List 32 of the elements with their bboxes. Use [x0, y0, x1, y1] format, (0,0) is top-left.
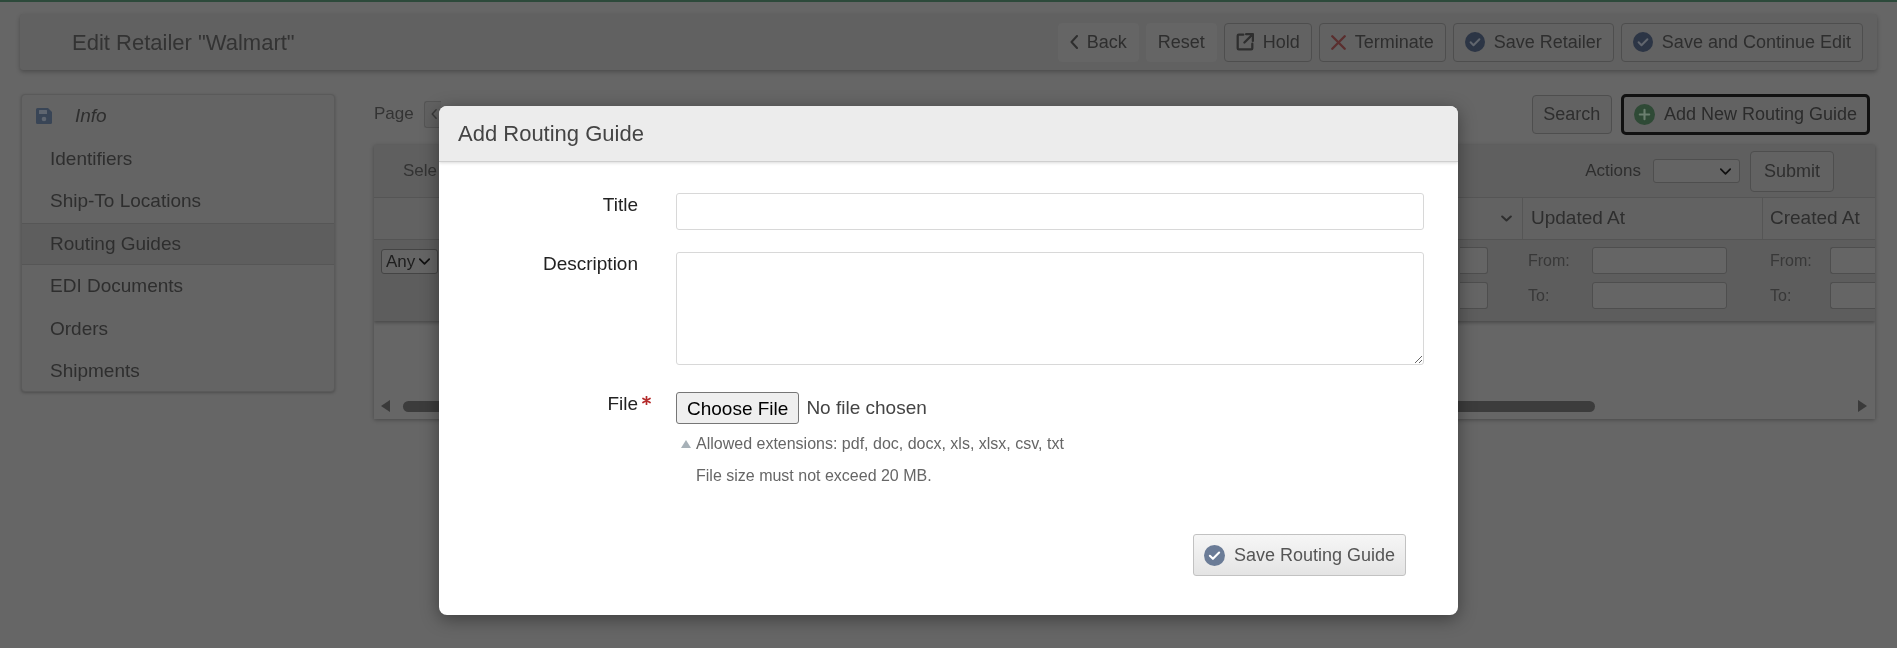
previous-page-button[interactable]	[423, 100, 441, 128]
hint-text: Allowed extensions: pdf, doc, docx, xls, xlsx, csv, txt	[696, 434, 1064, 454]
field-label: File	[607, 393, 638, 415]
chevron-down-icon	[419, 258, 431, 265]
file-status-text: No file chosen	[806, 395, 927, 420]
triangle-icon	[681, 440, 691, 448]
scroll-right-icon[interactable]	[1858, 400, 1867, 412]
hint-text: File size must not exceed 20 MB.	[696, 466, 932, 486]
status-select[interactable]: Any	[381, 249, 438, 274]
chevron-left-icon	[1069, 35, 1078, 49]
chevron-down-icon	[1720, 167, 1731, 175]
plus-circle-icon	[1633, 103, 1655, 125]
chevron-left-icon	[430, 109, 437, 119]
text-input-field[interactable]	[676, 193, 1424, 230]
external-link-icon	[1235, 33, 1254, 51]
input-field[interactable]	[1460, 282, 1488, 309]
header-button[interactable]: Reset	[1145, 22, 1217, 62]
check-circle-icon	[1464, 32, 1485, 52]
check-circle-icon	[1203, 544, 1225, 566]
scroll-left-icon[interactable]	[381, 400, 390, 412]
modal-title: Add Routing Guide	[458, 120, 644, 148]
save-routing-guide-button[interactable]: Save Routing Guide	[1192, 534, 1406, 576]
field-label: Description	[542, 253, 638, 275]
field-label: Title	[602, 194, 638, 216]
input-field[interactable]	[1460, 247, 1488, 274]
choose-file-button[interactable]: Choose File	[676, 392, 800, 424]
check-circle-icon	[1632, 32, 1653, 52]
add-new-button[interactable]: Add New Routing Guide	[1620, 93, 1870, 135]
actions-select[interactable]	[1653, 159, 1740, 183]
close-icon	[1330, 34, 1346, 50]
textarea-field[interactable]	[676, 252, 1424, 365]
sort-caret-icon[interactable]	[1501, 215, 1512, 222]
